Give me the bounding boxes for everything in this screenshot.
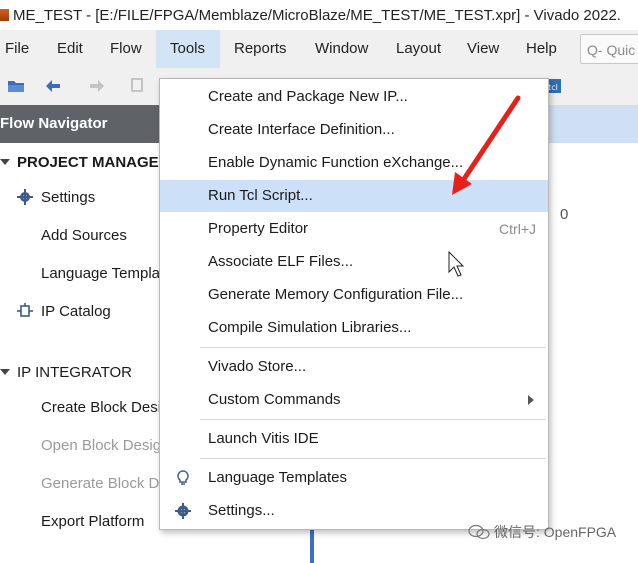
nav-item-export-platform[interactable]: Export Platform [41,513,144,530]
menu-item-label: Property Editor [208,220,309,237]
redo-icon[interactable] [86,76,106,96]
nav-item-add-sources[interactable]: Add Sources [41,227,127,244]
menu-item-language-templates[interactable]: Language Templates [160,462,548,494]
collapse-caret-icon[interactable] [0,369,10,375]
selection-indicator [310,525,314,563]
menu-item-enable-dfx[interactable]: Enable Dynamic Function eXchange... [160,147,548,179]
menu-item-label: Enable Dynamic Function eXchange... [208,154,464,171]
collapse-caret-icon[interactable] [0,159,10,165]
menu-item-label: Launch Vitis IDE [208,430,319,447]
nav-item-language-templates[interactable]: Language Templa [41,265,160,282]
menu-item-create-package-ip[interactable]: Create and Package New IP... [160,81,548,113]
nav-item-open-block-design: Open Block Desig [41,437,162,454]
menu-item-label: Vivado Store... [208,358,307,375]
wechat-icon [468,524,490,540]
title-bar: ME_TEST - [E:/FILE/FPGA/Memblaze/MicroBl… [0,0,638,30]
menu-item-label: Associate ELF Files... [208,253,354,270]
menu-tools[interactable]: Tools [156,30,220,68]
menu-item-associate-elf[interactable]: Associate ELF Files... [160,246,548,278]
menu-separator [200,458,546,459]
watermark-text: 微信号: OpenFPGA [494,524,617,540]
section-ip-integrator[interactable]: IP INTEGRATOR [17,364,132,381]
svg-text:tcl: tcl [548,83,558,92]
menu-item-generate-memory-config[interactable]: Generate Memory Configuration File... [160,279,548,311]
menu-edit[interactable]: Edit [57,30,83,68]
menu-item-label: Create and Package New IP... [208,88,408,105]
menu-item-label: Language Templates [208,469,347,486]
submenu-arrow-icon [528,395,534,405]
workspace-value: 0 [560,206,569,223]
nav-item-ip-catalog[interactable]: IP Catalog [41,303,111,320]
menu-item-compile-sim-libraries[interactable]: Compile Simulation Libraries... [160,312,548,344]
menu-flow[interactable]: Flow [110,30,142,68]
lightbulb-icon [177,470,189,485]
menu-item-create-interface-definition[interactable]: Create Interface Definition... [160,114,548,146]
menu-separator [200,419,546,420]
menu-bar: File Edit Flow Tools Reports Window Layo… [0,30,638,68]
tools-dropdown-menu: Create and Package New IP... Create Inte… [159,78,549,530]
workspace-strip [548,143,638,193]
menu-item-label: Generate Memory Configuration File... [208,286,464,303]
window-title: ME_TEST - [E:/FILE/FPGA/Memblaze/MicroBl… [13,6,621,24]
workspace-header [548,105,638,143]
menu-item-label: Compile Simulation Libraries... [208,319,412,336]
menu-view[interactable]: View [467,30,499,68]
nav-item-create-block-design[interactable]: Create Block Desi [41,399,161,416]
gear-icon [17,189,33,205]
open-folder-icon[interactable] [6,76,26,96]
menu-file[interactable]: File [5,30,29,68]
ip-catalog-icon [17,303,33,317]
gear-icon [175,503,191,519]
shortcut-label: Ctrl+J [499,221,536,237]
menu-item-label: Run Tcl Script... [208,187,313,204]
vivado-logo-icon [0,9,9,21]
menu-window[interactable]: Window [315,30,368,68]
menu-item-label: Settings... [208,502,275,519]
menu-item-launch-vitis[interactable]: Launch Vitis IDE [160,423,548,455]
section-project-manager[interactable]: PROJECT MANAGER [17,154,170,171]
nav-item-settings[interactable]: Settings [41,189,95,206]
menu-item-label: Create Interface Definition... [208,121,395,138]
flow-navigator-header: Flow Navigator [0,105,160,143]
menu-item-vivado-store[interactable]: Vivado Store... [160,351,548,383]
menu-item-custom-commands[interactable]: Custom Commands [160,384,548,416]
menu-item-property-editor[interactable]: Property Editor Ctrl+J [160,213,548,245]
menu-help[interactable]: Help [526,30,557,68]
menu-separator [200,347,546,348]
menu-layout[interactable]: Layout [396,30,441,68]
watermark: 微信号: OpenFPGA [468,522,616,542]
copy-icon[interactable] [128,76,148,96]
nav-item-generate-block-design: Generate Block De [41,475,168,492]
menu-item-label: Custom Commands [208,391,341,408]
menu-item-run-tcl-script[interactable]: Run Tcl Script... [160,180,548,212]
quick-access-search[interactable]: Q- Quic [580,34,638,64]
undo-icon[interactable] [44,76,64,96]
menu-reports[interactable]: Reports [234,30,287,68]
